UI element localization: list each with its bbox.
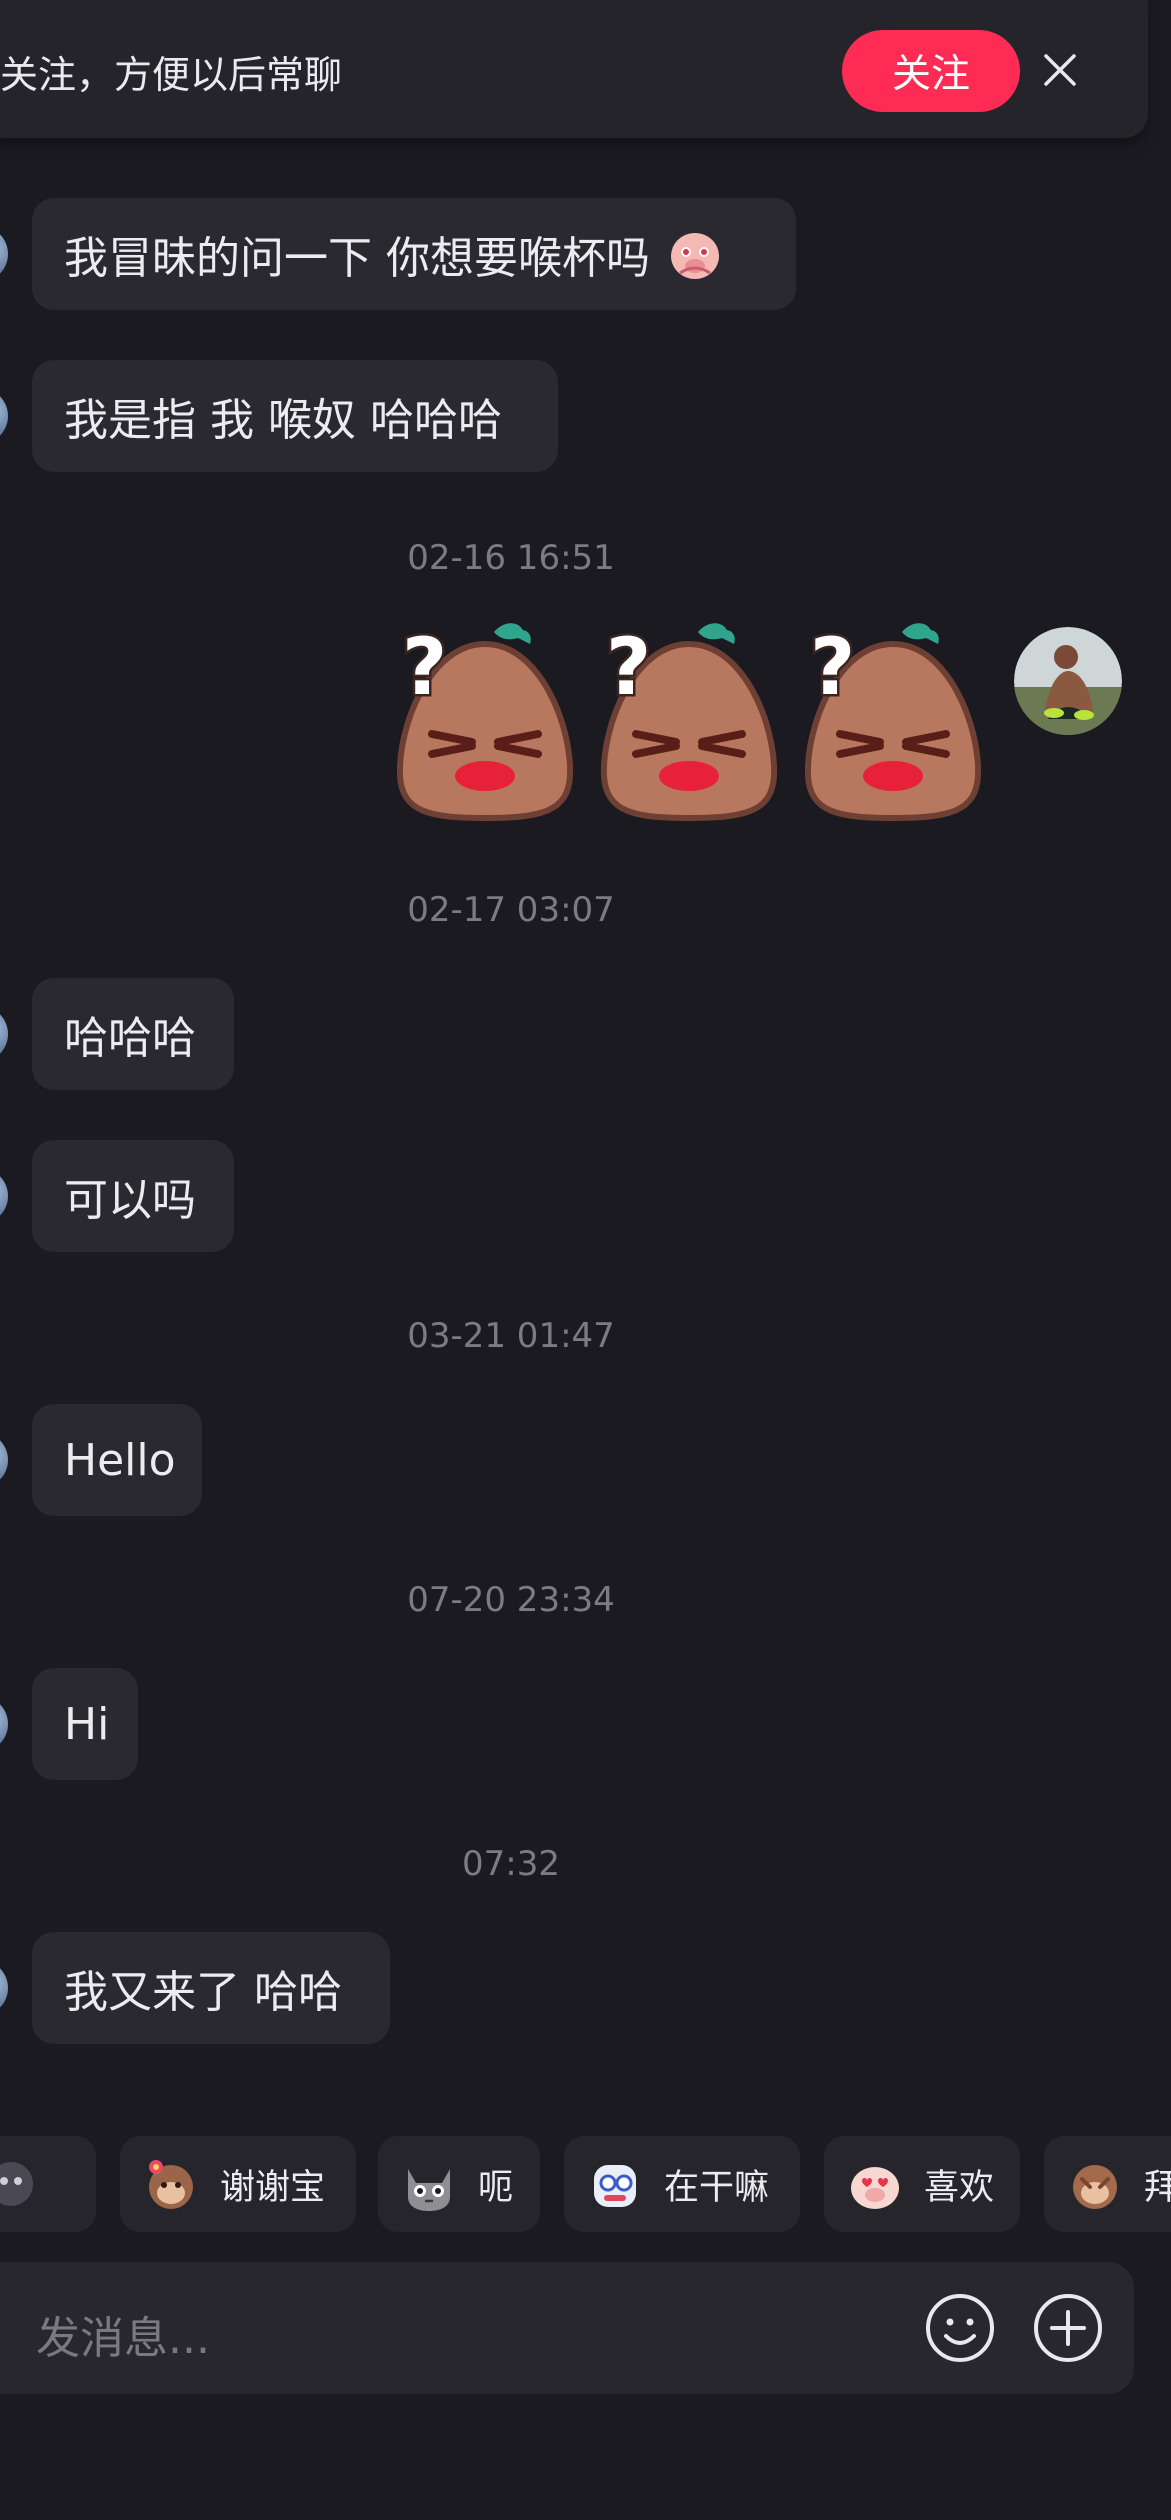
quick-reply-chip[interactable]: 谢谢宝: [120, 2136, 356, 2232]
quick-reply-label: 呃: [478, 2167, 514, 2208]
message-bubble: 我是指 我 喉奴 哈哈哈: [32, 360, 558, 472]
smile-icon[interactable]: [924, 2292, 996, 2364]
message-text: 哈哈哈: [64, 1013, 196, 1064]
message-text: 我是指 我 喉奴 哈哈哈: [64, 395, 502, 446]
message-input-bar: 发消息...: [0, 2262, 1134, 2394]
robot-face-icon: [594, 2165, 636, 2207]
message-text: 我又来了 哈哈: [64, 1967, 342, 2018]
quick-reply-chip[interactable]: 喜欢: [824, 2136, 1020, 2232]
quick-reply-label: 在干嘛: [664, 2167, 770, 2208]
contact-avatar[interactable]: [0, 1960, 8, 2016]
grey-cat-icon: [408, 2169, 450, 2211]
timestamp: 03-21 01:47: [407, 1316, 615, 1356]
monkey-flower-icon: [149, 2160, 193, 2209]
contact-avatar[interactable]: [0, 1006, 8, 1062]
svg-text:?: ?: [606, 623, 651, 713]
svg-text:?: ?: [402, 623, 447, 713]
message-text: 我冒昧的问一下 你想要喉杯吗: [64, 233, 650, 284]
close-icon[interactable]: [1040, 50, 1080, 90]
timestamp: 07-20 23:34: [407, 1580, 615, 1620]
plus-circle-icon[interactable]: [1032, 2292, 1104, 2364]
timestamp: 02-16 16:51: [407, 538, 615, 578]
message-input[interactable]: 发消息...: [36, 2302, 210, 2366]
confused-potato-sticker-icon[interactable]: ?: [798, 616, 988, 826]
quick-reply-label: 喜欢: [924, 2167, 995, 2208]
timestamp: 07:32: [462, 1844, 560, 1884]
quick-reply-label: 谢谢宝: [220, 2167, 326, 2208]
message-text: Hello: [64, 1434, 176, 1486]
message-bubble: 可以吗: [32, 1140, 234, 1252]
contact-avatar[interactable]: [0, 1168, 8, 1224]
quick-reply-chip[interactable]: [0, 2136, 96, 2232]
contact-avatar[interactable]: [0, 388, 8, 444]
message-bubble: Hi: [32, 1668, 138, 1780]
timestamp: 02-17 03:07: [407, 890, 615, 930]
quick-reply-chip[interactable]: 呃: [378, 2136, 540, 2232]
sticker-row: ? ? ?: [390, 616, 982, 836]
confused-potato-sticker-icon[interactable]: ?: [594, 616, 784, 826]
contact-avatar[interactable]: [0, 1432, 8, 1488]
message-text: 可以吗: [64, 1175, 196, 1226]
follow-banner: 关注，方便以后常聊 关注: [0, 0, 1148, 138]
confused-potato-sticker-icon[interactable]: ?: [390, 616, 580, 826]
message-bubble: Hello: [32, 1404, 202, 1516]
quick-reply-row: 谢谢宝 呃 在干嘛 喜欢 拜: [0, 2136, 1171, 2232]
contact-avatar[interactable]: [0, 226, 8, 282]
message-bubble: 哈哈哈: [32, 978, 234, 1090]
pig-love-icon: [851, 2167, 899, 2209]
message-bubble: 我冒昧的问一下 你想要喉杯吗: [32, 198, 796, 310]
partial-sticker-icon: [0, 2162, 33, 2206]
follow-banner-text: 关注，方便以后常聊: [0, 53, 343, 97]
my-avatar[interactable]: [1014, 627, 1122, 735]
monkey-bow-icon: [1073, 2165, 1117, 2209]
quick-reply-label: 拜: [1144, 2167, 1171, 2208]
quick-reply-chip[interactable]: 拜: [1044, 2136, 1171, 2232]
message-bubble: 我又来了 哈哈: [32, 1932, 390, 2044]
blushing-pig-emoji-icon: [671, 233, 719, 279]
message-text: Hi: [64, 1698, 110, 1750]
follow-button[interactable]: 关注: [842, 30, 1020, 112]
svg-text:?: ?: [810, 623, 855, 713]
quick-reply-chip[interactable]: 在干嘛: [564, 2136, 800, 2232]
contact-avatar[interactable]: [0, 1696, 8, 1752]
